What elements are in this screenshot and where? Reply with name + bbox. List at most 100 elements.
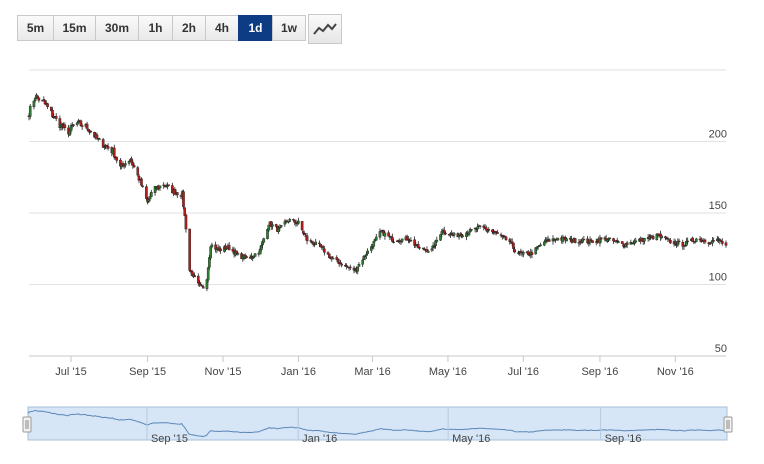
candle bbox=[137, 174, 141, 184]
candle bbox=[182, 189, 185, 210]
candle bbox=[162, 182, 166, 189]
x-tick-label: May '16 bbox=[429, 366, 467, 378]
candle bbox=[387, 230, 390, 237]
candle bbox=[691, 236, 694, 242]
candle bbox=[391, 233, 394, 243]
candle bbox=[651, 234, 655, 241]
candle bbox=[374, 233, 378, 241]
candle bbox=[519, 248, 523, 256]
candle bbox=[724, 240, 728, 248]
candle bbox=[339, 259, 342, 264]
candle bbox=[478, 225, 482, 229]
candle bbox=[136, 165, 140, 177]
navigator-label: Sep '16 bbox=[605, 433, 642, 445]
y-tick-label: 50 bbox=[715, 343, 727, 355]
candle bbox=[712, 237, 715, 242]
candle bbox=[209, 245, 212, 261]
candle bbox=[487, 227, 491, 233]
candle bbox=[629, 239, 633, 245]
candle bbox=[140, 177, 143, 187]
candle bbox=[89, 129, 93, 134]
candle bbox=[460, 232, 463, 239]
candle bbox=[356, 266, 360, 275]
navigator-handle-left[interactable] bbox=[22, 416, 32, 433]
candle bbox=[468, 227, 472, 234]
candle bbox=[522, 250, 525, 258]
candle bbox=[400, 238, 404, 244]
candle bbox=[581, 237, 584, 244]
candle bbox=[695, 237, 698, 242]
candle bbox=[370, 243, 373, 254]
candle bbox=[262, 237, 266, 243]
candle bbox=[206, 266, 210, 283]
candle bbox=[606, 239, 609, 243]
candle bbox=[345, 263, 348, 270]
x-tick-label: Jan '16 bbox=[281, 366, 316, 378]
x-tick-label: Jul '15 bbox=[55, 366, 86, 378]
candle bbox=[508, 237, 512, 245]
candle bbox=[491, 229, 494, 235]
candle bbox=[660, 235, 664, 240]
candle bbox=[476, 223, 479, 233]
candle bbox=[556, 237, 560, 241]
candle bbox=[439, 234, 442, 241]
candle bbox=[98, 137, 101, 140]
x-tick-label: Mar '16 bbox=[354, 366, 390, 378]
candle bbox=[465, 231, 468, 241]
navigator-label: May '16 bbox=[452, 433, 490, 445]
candle bbox=[615, 237, 619, 244]
candle bbox=[357, 262, 361, 267]
candle bbox=[685, 237, 688, 247]
candle bbox=[225, 248, 229, 251]
navigator-label: Sep '15 bbox=[151, 433, 188, 445]
candle bbox=[703, 238, 707, 245]
candle bbox=[539, 242, 542, 246]
candle bbox=[243, 253, 247, 259]
candle bbox=[145, 184, 148, 201]
candle bbox=[106, 143, 110, 151]
candle bbox=[362, 255, 366, 260]
candle bbox=[681, 239, 685, 250]
candle bbox=[227, 242, 231, 251]
candle bbox=[72, 123, 75, 128]
candles bbox=[27, 93, 728, 292]
candle bbox=[413, 236, 416, 249]
candle bbox=[449, 232, 452, 238]
candle bbox=[693, 241, 697, 244]
candle bbox=[37, 97, 41, 103]
candle bbox=[612, 237, 615, 244]
navigator[interactable]: Sep '15 Jan '16 May '16 Sep '16 bbox=[22, 406, 733, 445]
candle bbox=[452, 232, 456, 238]
candle bbox=[388, 235, 392, 240]
candle bbox=[115, 156, 119, 164]
candle bbox=[530, 249, 534, 259]
navigator-handle-right[interactable] bbox=[723, 416, 733, 433]
candle bbox=[150, 189, 153, 197]
candle bbox=[300, 221, 304, 231]
candle bbox=[643, 237, 646, 245]
x-tick-label: Sep '16 bbox=[581, 366, 618, 378]
price-chart[interactable]: 50 100 150 200 Jul '15 Sep '15 Nov '15 Jan '16… bbox=[0, 0, 764, 464]
x-axis: Jul '15 Sep '15 Nov '15 Jan '16 Mar '16 May '… bbox=[55, 356, 694, 378]
x-tick-label: Sep '15 bbox=[129, 366, 166, 378]
candle bbox=[450, 230, 453, 235]
candle bbox=[46, 102, 49, 110]
candle bbox=[250, 252, 253, 260]
candle bbox=[32, 100, 36, 110]
candle bbox=[711, 237, 714, 247]
navigator-label: Jan '16 bbox=[302, 433, 337, 445]
y-tick-label: 100 bbox=[709, 272, 727, 284]
candle bbox=[620, 241, 624, 245]
x-tick-label: Nov '16 bbox=[657, 366, 694, 378]
candle bbox=[378, 228, 382, 240]
candle bbox=[349, 264, 352, 271]
x-tick-label: Nov '15 bbox=[205, 366, 242, 378]
candle bbox=[544, 237, 547, 243]
y-tick-label: 200 bbox=[709, 129, 727, 141]
candle bbox=[305, 232, 309, 245]
candle bbox=[141, 185, 144, 188]
candle bbox=[582, 235, 586, 241]
candle bbox=[720, 238, 724, 246]
grid-lines bbox=[29, 69, 726, 357]
candle bbox=[87, 128, 90, 132]
